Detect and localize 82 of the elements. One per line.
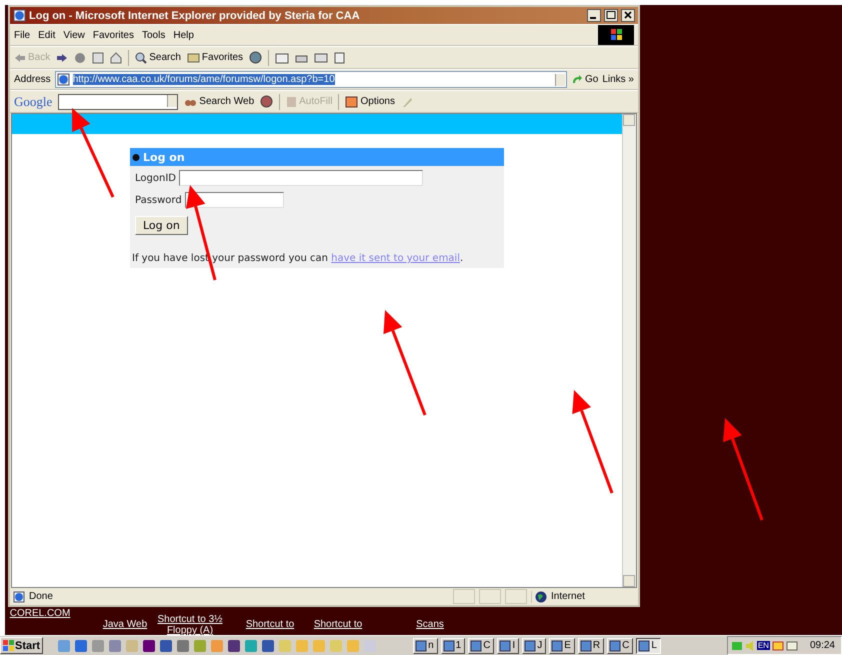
taskbar-button[interactable]: C [607, 638, 634, 654]
go-button[interactable]: Go [570, 74, 598, 86]
window-icon [551, 640, 564, 652]
field-label: LogonID [135, 172, 176, 184]
help-text: If you have lost your password you can have it sent to your email. [132, 253, 464, 264]
menu-item[interactable]: View [63, 30, 85, 40]
taskbar-button[interactable]: L [636, 638, 661, 654]
window-icon [499, 640, 512, 652]
left-arrow-icon [14, 52, 26, 62]
menu-item[interactable]: Edit [38, 30, 56, 40]
pencil-icon [400, 96, 413, 108]
windows-logo-icon [598, 25, 634, 45]
desktop-icon-label[interactable]: Shortcut to [313, 619, 363, 630]
speaker-icon [744, 640, 755, 652]
log-on-button[interactable]: Log on [135, 216, 188, 235]
ie-icon [13, 9, 26, 22]
window-icon [442, 640, 455, 652]
taskbar-button[interactable]: n [413, 638, 438, 654]
desktop-icon-label[interactable]: Scans [405, 619, 455, 630]
scroll-bar[interactable] [622, 114, 636, 587]
google-search-field[interactable] [58, 94, 178, 110]
start-button[interactable]: Start [0, 637, 44, 654]
home-icon [110, 52, 122, 64]
taskbar-button[interactable]: C [468, 638, 494, 654]
window-icon [580, 640, 592, 652]
maximize-button[interactable] [604, 9, 618, 22]
document-icon [334, 52, 346, 64]
quick-launch-icon[interactable] [74, 638, 88, 652]
search-web-button[interactable]: Search Web [184, 96, 254, 108]
menu-item[interactable]: File [14, 30, 30, 40]
desktop-icon-label[interactable]: COREL.COM [5, 608, 75, 619]
window-icon [415, 640, 428, 652]
envelope-icon [786, 640, 798, 650]
right-arrow-icon [56, 52, 68, 62]
favorites-button[interactable]: Favorites [186, 52, 244, 63]
logon-id-field[interactable] [178, 170, 423, 186]
desktop-icon-label[interactable]: Shortcut to 3½ Floppy (A) [155, 614, 225, 635]
status-pane [505, 589, 527, 604]
language-indicator[interactable]: EN [756, 641, 770, 650]
panel-title: Log on [143, 150, 185, 164]
taskbar-button[interactable]: 1 [440, 638, 466, 654]
status-pane [453, 589, 475, 604]
menu-item[interactable]: Favorites [92, 30, 134, 40]
status-pane [479, 589, 501, 604]
quick-launch-icon[interactable] [142, 638, 156, 652]
taskbar-button[interactable]: E [549, 638, 575, 654]
quick-launch-icon[interactable] [261, 638, 276, 652]
quick-launch-icon[interactable] [159, 638, 174, 652]
folder-icon [186, 52, 200, 63]
menu-item[interactable]: Help [173, 30, 194, 40]
ie-icon [56, 73, 70, 86]
window-icon [470, 640, 482, 652]
google-logo[interactable]: Google [14, 94, 52, 110]
quick-launch-icon[interactable] [227, 638, 242, 652]
window-icon [524, 640, 536, 652]
taskbar-button[interactable]: J [522, 638, 546, 654]
window-icon [638, 640, 650, 652]
windows-flag-icon [3, 640, 14, 651]
options-button[interactable]: Options [345, 96, 395, 108]
taskbar-button[interactable]: R [578, 638, 604, 654]
dropdown-button[interactable] [554, 74, 565, 86]
links-button[interactable]: Links » [602, 74, 634, 85]
window-title: Log on - Microsoft Internet Explorer provided by Steria for CAA [29, 10, 361, 22]
window-icon [609, 640, 622, 652]
desktop-icon-label[interactable]: Java Web [100, 619, 150, 630]
minimize-button[interactable] [587, 9, 601, 22]
menu-item[interactable]: Tools [142, 30, 166, 40]
bullet-icon [132, 152, 140, 162]
taskbar-button[interactable]: I [497, 638, 520, 654]
zone-label: Internet [551, 591, 585, 602]
go-arrow-icon [570, 74, 583, 86]
desktop-icon-label[interactable]: Shortcut to [245, 619, 295, 630]
status-text: Done [29, 591, 53, 602]
options-icon [345, 96, 358, 108]
address-label: Address [14, 74, 51, 85]
close-button[interactable] [621, 9, 635, 22]
address-field[interactable]: http://www.caa.co.uk/forums/ame/forumsw/logon.asp?b=10 [54, 71, 567, 88]
magnifier-icon [135, 52, 148, 64]
clock: 09:24 [810, 640, 835, 651]
ie-icon [13, 590, 25, 602]
search-button[interactable]: Search [135, 52, 181, 64]
field-label: Password [135, 194, 182, 206]
